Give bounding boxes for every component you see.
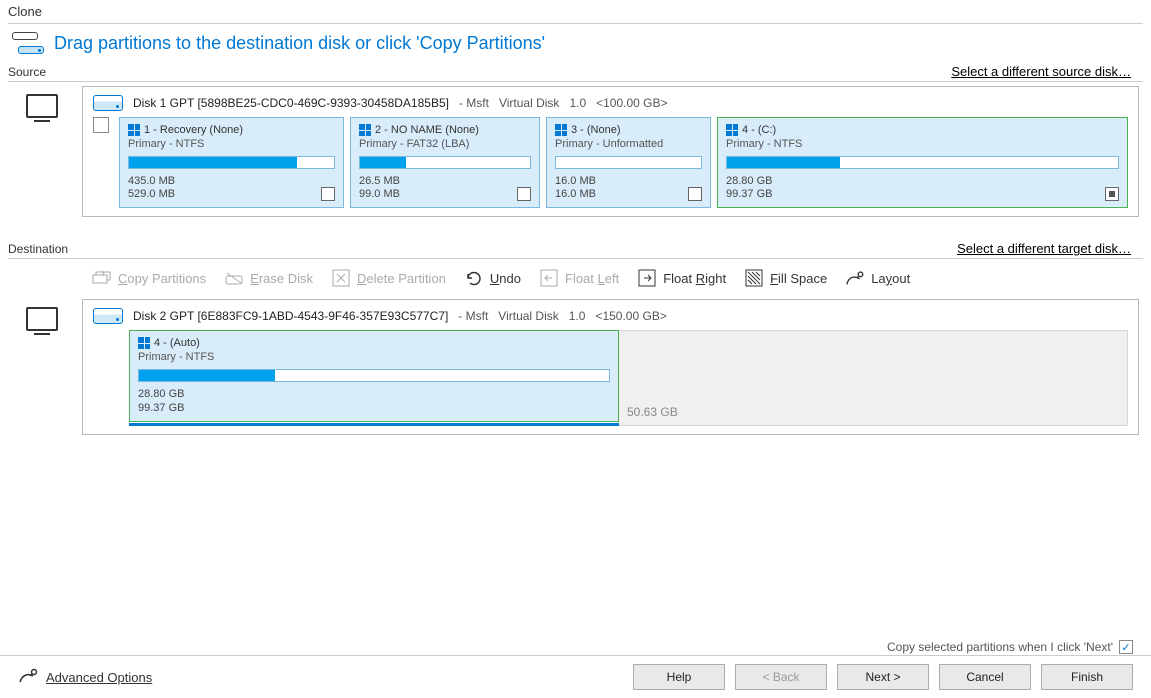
instruction-text: Drag partitions to the destination disk …	[54, 33, 545, 54]
source-label: Source	[8, 65, 46, 79]
destination-label: Destination	[8, 242, 68, 256]
partition-card[interactable]: 3 - (None) Primary - Unformatted 16.0 MB…	[546, 117, 711, 208]
partition-used: 16.0 MB	[555, 175, 596, 188]
source-disk-vendor: - Msft	[459, 96, 489, 110]
back-button[interactable]: < Back	[735, 664, 827, 690]
partition-sub: Primary - NTFS	[128, 138, 335, 150]
source-disk-size: <100.00 GB>	[596, 96, 667, 110]
partition-card[interactable]: 2 - NO NAME (None) Primary - FAT32 (LBA)…	[350, 117, 540, 208]
partition-title: 3 - (None)	[571, 124, 621, 136]
partition-total: 99.0 MB	[359, 188, 400, 201]
dest-disk-size: <150.00 GB>	[595, 309, 666, 323]
erase-disk-icon	[224, 269, 244, 287]
partition-title: 2 - NO NAME (None)	[375, 124, 479, 136]
page-title: Clone	[0, 0, 1151, 23]
partition-checkbox[interactable]	[321, 187, 335, 201]
cancel-button[interactable]: Cancel	[939, 664, 1031, 690]
windows-icon	[726, 124, 738, 136]
windows-icon	[138, 337, 150, 349]
copy-partitions-button[interactable]: Copy Partitions	[92, 269, 206, 287]
undo-icon	[464, 269, 484, 287]
float-left-icon	[539, 269, 559, 287]
delete-partition-button[interactable]: Delete Partition	[331, 269, 446, 287]
float-right-icon	[637, 269, 657, 287]
float-right-button[interactable]: Float Right	[637, 269, 726, 287]
advanced-options-link[interactable]: Advanced Options	[18, 668, 152, 687]
help-button[interactable]: Help	[633, 664, 725, 690]
windows-icon	[128, 124, 140, 136]
fill-space-button[interactable]: Fill Space	[744, 269, 827, 287]
wrench-icon	[18, 668, 40, 687]
delete-partition-icon	[331, 269, 351, 287]
select-all-partitions-checkbox[interactable]	[93, 117, 109, 133]
free-space-label: 50.63 GB	[627, 405, 678, 419]
windows-icon	[555, 124, 567, 136]
partition-used: 435.0 MB	[128, 175, 175, 188]
partition-card[interactable]: 1 - Recovery (None) Primary - NTFS 435.0…	[119, 117, 344, 208]
drive-icon	[93, 308, 123, 324]
next-button[interactable]: Next >	[837, 664, 929, 690]
erase-disk-button[interactable]: Erase Disk	[224, 269, 313, 287]
partition-title: 4 - (C:)	[742, 124, 776, 136]
dest-disk-version: 1.0	[569, 309, 586, 323]
partition-used: 28.80 GB	[726, 175, 772, 188]
layout-icon	[845, 269, 865, 287]
partition-checkbox[interactable]	[517, 187, 531, 201]
monitor-icon	[26, 307, 58, 331]
partition-sub: Primary - NTFS	[138, 351, 610, 363]
copy-next-label: Copy selected partitions when I click 'N…	[887, 640, 1113, 654]
partition-checkbox[interactable]	[688, 187, 702, 201]
copy-next-checkbox[interactable]: ✓	[1119, 640, 1133, 654]
drive-icon	[93, 95, 123, 111]
partition-card[interactable]: 4 - (C:) Primary - NTFS 28.80 GB 99.37 G…	[717, 117, 1128, 208]
destination-panel: Disk 2 GPT [6E883FC9-1ABD-4543-9F46-357E…	[82, 299, 1139, 434]
partition-sub: Primary - Unformatted	[555, 138, 702, 150]
copy-partitions-icon	[92, 269, 112, 287]
free-space-region[interactable]: 50.63 GB	[619, 330, 1128, 425]
partition-sub: Primary - FAT32 (LBA)	[359, 138, 531, 150]
selection-underline	[129, 423, 619, 426]
float-left-button[interactable]: Float Left	[539, 269, 619, 287]
fill-space-icon	[744, 269, 764, 287]
partition-total: 529.0 MB	[128, 188, 175, 201]
dest-disk-vendor: - Msft	[458, 309, 488, 323]
partition-title: 1 - Recovery (None)	[144, 124, 243, 136]
select-different-source-link[interactable]: Select a different source disk…	[951, 64, 1131, 79]
disk-stack-icon	[12, 30, 44, 56]
partition-total: 16.0 MB	[555, 188, 596, 201]
partition-card[interactable]: 4 - (Auto) Primary - NTFS 28.80 GB 99.37…	[129, 330, 619, 421]
monitor-icon	[26, 94, 58, 118]
partition-total: 99.37 GB	[726, 188, 772, 201]
undo-button[interactable]: Undo	[464, 269, 521, 287]
finish-button[interactable]: Finish	[1041, 664, 1133, 690]
partition-used: 28.80 GB	[138, 388, 184, 401]
partition-title: 4 - (Auto)	[154, 337, 200, 349]
dest-disk-type: Virtual Disk	[498, 309, 558, 323]
partition-used: 26.5 MB	[359, 175, 400, 188]
partition-total: 99.37 GB	[138, 402, 184, 415]
windows-icon	[359, 124, 371, 136]
select-different-target-link[interactable]: Select a different target disk…	[957, 241, 1131, 256]
source-disk-version: 1.0	[569, 96, 586, 110]
partition-checkbox[interactable]	[1105, 187, 1119, 201]
layout-button[interactable]: Layout	[845, 269, 910, 287]
partition-sub: Primary - NTFS	[726, 138, 1119, 150]
dest-disk-name: Disk 2 GPT [6E883FC9-1ABD-4543-9F46-357E…	[133, 309, 448, 323]
source-disk-name: Disk 1 GPT [5898BE25-CDC0-469C-9393-3045…	[133, 96, 449, 110]
source-panel: Disk 1 GPT [5898BE25-CDC0-469C-9393-3045…	[82, 86, 1139, 217]
source-disk-type: Virtual Disk	[499, 96, 559, 110]
